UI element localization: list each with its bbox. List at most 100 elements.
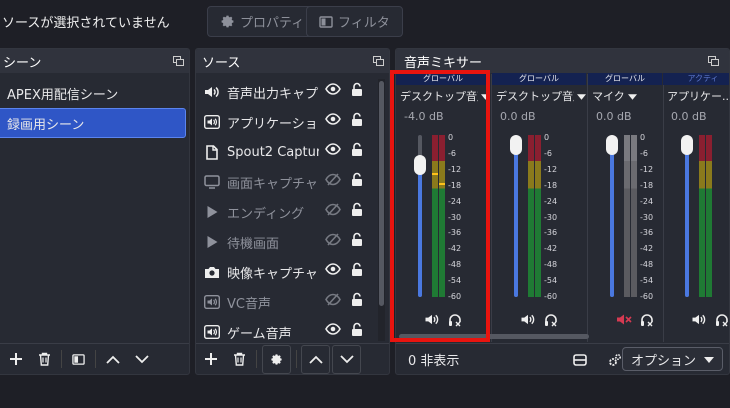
audio-level-meter	[439, 135, 445, 297]
source-item[interactable]: エンディング	[196, 197, 389, 227]
monitoring-off-icon[interactable]	[448, 313, 462, 331]
db-scale-label: -6	[448, 148, 456, 158]
volume-fader-fill	[685, 143, 689, 297]
lock-icon[interactable]	[351, 172, 363, 191]
lock-icon[interactable]	[351, 232, 363, 251]
move-scene-up-button[interactable]	[98, 345, 127, 374]
speaker-icon[interactable]	[424, 313, 440, 330]
filters-button[interactable]: フィルタ	[306, 6, 403, 37]
sources-scrollbar[interactable]	[378, 79, 385, 341]
muted-speaker-icon[interactable]	[616, 313, 632, 330]
eye-off-icon[interactable]	[325, 293, 341, 310]
db-scale-label: -36	[448, 228, 462, 238]
lock-icon[interactable]	[351, 82, 363, 101]
monitoring-off-icon[interactable]	[640, 313, 654, 331]
move-source-up-button[interactable]	[301, 344, 330, 374]
channel-name-dropdown[interactable]: デスクトップ音声 2	[492, 88, 586, 104]
eye-icon[interactable]	[325, 143, 341, 159]
source-item[interactable]: Spout2 Capture	[196, 137, 389, 167]
scene-item-recording[interactable]: 録画用シーン	[0, 108, 186, 138]
db-scale-label: -18	[448, 180, 462, 190]
toolbar-separator	[61, 350, 62, 368]
undock-icon[interactable]	[373, 56, 384, 66]
peak-indicator	[439, 183, 445, 185]
toolbar-separator	[296, 350, 297, 368]
eye-icon[interactable]	[325, 83, 341, 99]
audio-mixer-dock: 音声ミキサー グローバルデスクトップ音声 -4.0 dB 0 -6 -12 -18 -24 -…	[395, 48, 730, 375]
lock-icon[interactable]	[351, 112, 363, 131]
add-source-button[interactable]	[196, 345, 225, 374]
volume-db-readout: 0.0 dB	[596, 110, 632, 123]
channel-name-dropdown[interactable]: アプリケー...タ	[663, 88, 729, 104]
gear-icon	[220, 14, 235, 29]
scene-filters-button[interactable]	[64, 345, 93, 374]
caret-down-icon	[577, 90, 586, 103]
eye-off-icon[interactable]	[325, 233, 341, 250]
lock-icon[interactable]	[351, 322, 363, 341]
scene-item-apex[interactable]: APEX用配信シーン	[0, 78, 189, 108]
remove-source-button[interactable]	[225, 345, 254, 374]
volume-fader-handle[interactable]	[510, 135, 522, 155]
monitoring-off-icon[interactable]	[715, 313, 729, 331]
speaker-icon[interactable]	[520, 313, 536, 330]
add-scene-button[interactable]	[1, 345, 30, 374]
source-item[interactable]: VC音声	[196, 287, 389, 317]
sources-dock: ソース 音声出力キャプチャアプリケーション音声 Spout2 Capture 画面キ…	[195, 48, 390, 375]
channel-name: アプリケー...タ	[667, 90, 729, 103]
eye-off-icon[interactable]	[325, 173, 341, 190]
db-scale-label: -18	[640, 180, 654, 190]
source-item[interactable]: 映像キャプチャデバイス	[196, 257, 389, 287]
toolbar-separator	[256, 350, 257, 368]
scenes-toolbar	[0, 343, 189, 374]
eye-off-icon[interactable]	[325, 203, 341, 220]
source-item[interactable]: 画面キャプチャ	[196, 167, 389, 197]
db-scale-label: -54	[544, 276, 558, 286]
volume-fader-handle[interactable]	[606, 135, 618, 155]
speaker-icon[interactable]	[691, 313, 707, 330]
source-label: 音声出力キャプチャ	[227, 86, 319, 102]
channel-name-dropdown[interactable]: デスクトップ音声	[396, 88, 490, 104]
volume-fader-handle[interactable]	[681, 135, 693, 155]
mixer-layout-button[interactable]	[565, 345, 594, 374]
properties-button[interactable]: プロパティ	[207, 6, 318, 37]
db-scale-label: 0	[640, 133, 646, 142]
db-scale-label: -6	[640, 148, 648, 158]
volume-fader-handle[interactable]	[414, 155, 426, 175]
eye-icon[interactable]	[325, 113, 341, 129]
db-scale-label: -48	[544, 260, 558, 270]
db-scale-label: -60	[448, 292, 462, 301]
remove-scene-button[interactable]	[30, 345, 59, 374]
source-properties-button[interactable]	[262, 344, 291, 374]
audio-level-meter	[699, 135, 705, 297]
audio-level-meter	[432, 135, 438, 297]
lock-icon[interactable]	[351, 142, 363, 161]
source-item[interactable]: アプリケーション音声	[196, 107, 389, 137]
chevron-down-icon	[134, 354, 149, 364]
lock-icon[interactable]	[351, 262, 363, 281]
options-button[interactable]: オプション	[621, 347, 723, 371]
eye-icon[interactable]	[325, 323, 341, 339]
mixer-channel: グローバルデスクトップ音声 2 0.0 dB 0 -6 -12 -18 -24 -30 -36 -…	[492, 73, 586, 345]
plus-icon	[204, 352, 218, 366]
camera-icon	[203, 263, 221, 281]
monitoring-off-icon[interactable]	[544, 313, 558, 331]
lock-icon[interactable]	[351, 292, 363, 311]
channel-name-dropdown[interactable]: マイク	[588, 88, 662, 104]
move-source-down-button[interactable]	[332, 344, 361, 374]
filter-icon	[319, 15, 333, 29]
source-label: エンディング	[227, 206, 305, 222]
db-scale-label: -18	[544, 180, 558, 190]
source-item[interactable]: 待機画面	[196, 227, 389, 257]
audio-level-meter	[528, 135, 534, 297]
eye-icon[interactable]	[325, 263, 341, 279]
speaker-icon	[203, 83, 221, 101]
source-item[interactable]: 音声出力キャプチャ	[196, 77, 389, 107]
gears-icon	[608, 353, 622, 367]
undock-icon[interactable]	[173, 56, 184, 66]
move-scene-down-button[interactable]	[127, 345, 156, 374]
mixer-horizontal-scrollbar[interactable]	[399, 334, 589, 339]
undock-icon[interactable]	[708, 56, 719, 66]
lock-icon[interactable]	[351, 202, 363, 221]
scrollbar-thumb[interactable]	[379, 81, 384, 306]
channel-name: マイク	[592, 90, 625, 103]
